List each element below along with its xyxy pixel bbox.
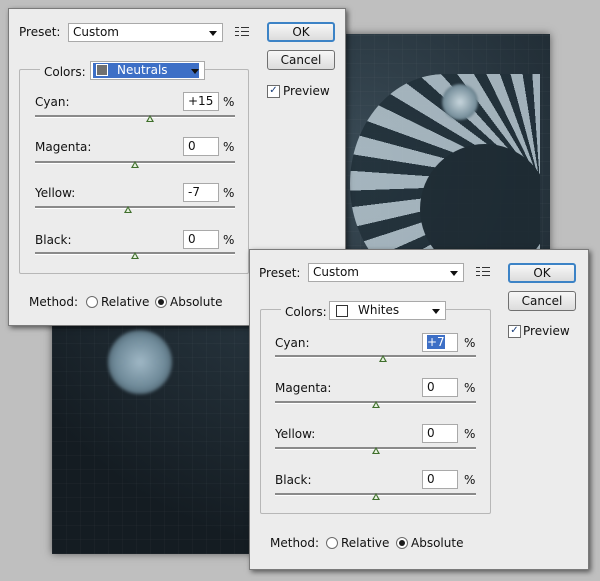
- cyan-percent: %: [464, 336, 476, 350]
- magenta-input[interactable]: 0: [422, 378, 458, 397]
- magenta-label: Magenta:: [275, 381, 332, 395]
- preset-label: Preset:: [19, 25, 61, 39]
- colors-value: Whites: [358, 303, 400, 317]
- neutrals-swatch: [96, 64, 108, 76]
- black-slider-thumb[interactable]: [131, 252, 139, 259]
- ok-button[interactable]: OK: [508, 263, 576, 283]
- preview-label: Preview: [283, 84, 330, 98]
- cancel-button[interactable]: Cancel: [508, 291, 576, 311]
- method-relative-radio[interactable]: [326, 537, 338, 549]
- preset-label: Preset:: [259, 266, 301, 280]
- colors-label: Colors:: [40, 65, 90, 79]
- yellow-slider-thumb[interactable]: [124, 206, 132, 213]
- list-menu-icon[interactable]: [476, 267, 490, 279]
- clock-image-top: [442, 84, 478, 120]
- method-absolute-radio[interactable]: [396, 537, 408, 549]
- magenta-percent: %: [223, 140, 235, 154]
- method-absolute-label: Absolute: [411, 536, 464, 550]
- cyan-slider-thumb[interactable]: [146, 115, 154, 122]
- cyan-input[interactable]: +15: [183, 92, 219, 111]
- method-label: Method:: [270, 536, 320, 550]
- method-relative-label: Relative: [101, 295, 150, 309]
- black-slider-thumb[interactable]: [372, 493, 380, 500]
- yellow-percent: %: [223, 186, 235, 200]
- colors-value: Neutrals: [117, 63, 168, 77]
- black-label: Black:: [35, 233, 72, 247]
- black-percent: %: [464, 473, 476, 487]
- black-input[interactable]: 0: [422, 470, 458, 489]
- method-absolute-radio[interactable]: [155, 296, 167, 308]
- whites-swatch: [336, 305, 348, 317]
- method-relative-label: Relative: [341, 536, 390, 550]
- preset-dropdown[interactable]: Custom: [68, 23, 223, 42]
- black-label: Black:: [275, 473, 312, 487]
- preview-checkbox[interactable]: ✓: [508, 325, 521, 338]
- cyan-slider-track[interactable]: [275, 355, 476, 358]
- magenta-slider-thumb[interactable]: [131, 161, 139, 168]
- yellow-input[interactable]: 0: [422, 424, 458, 443]
- cyan-slider-thumb[interactable]: [379, 355, 387, 362]
- magenta-input[interactable]: 0: [183, 137, 219, 156]
- preview-checkbox[interactable]: ✓: [267, 85, 280, 98]
- cyan-label: Cyan:: [35, 95, 70, 109]
- ok-button[interactable]: OK: [267, 22, 335, 42]
- yellow-slider-thumb[interactable]: [372, 447, 380, 454]
- chevron-down-icon: [450, 271, 458, 276]
- chevron-down-icon: [432, 309, 440, 314]
- method-absolute-label: Absolute: [170, 295, 223, 309]
- cyan-percent: %: [223, 95, 235, 109]
- magenta-percent: %: [464, 381, 476, 395]
- colors-label: Colors:: [281, 305, 331, 319]
- yellow-label: Yellow:: [35, 186, 76, 200]
- black-input[interactable]: 0: [183, 230, 219, 249]
- colors-dropdown[interactable]: Whites: [329, 301, 446, 320]
- chevron-down-icon: [191, 69, 199, 74]
- cyan-input[interactable]: +7: [422, 333, 458, 352]
- list-menu-icon[interactable]: [235, 27, 249, 39]
- preset-dropdown[interactable]: Custom: [308, 263, 464, 282]
- method-label: Method:: [29, 295, 79, 309]
- cyan-slider-track[interactable]: [35, 115, 235, 118]
- yellow-percent: %: [464, 427, 476, 441]
- magenta-label: Magenta:: [35, 140, 92, 154]
- cancel-button[interactable]: Cancel: [267, 50, 335, 70]
- selective-color-dialog-whites: Preset: Custom OK Cancel ✓ Preview Color…: [249, 249, 589, 570]
- colors-dropdown[interactable]: Neutrals: [90, 61, 205, 80]
- method-relative-radio[interactable]: [86, 296, 98, 308]
- magenta-slider-thumb[interactable]: [372, 401, 380, 408]
- cyan-label: Cyan:: [275, 336, 310, 350]
- yellow-slider-track[interactable]: [35, 206, 235, 209]
- preset-value: Custom: [313, 265, 359, 279]
- cyan-input-value: +7: [427, 335, 445, 349]
- black-percent: %: [223, 233, 235, 247]
- preset-value: Custom: [73, 25, 119, 39]
- yellow-label: Yellow:: [275, 427, 316, 441]
- chevron-down-icon: [209, 31, 217, 36]
- preview-label: Preview: [523, 324, 570, 338]
- clock-image-bottom: [108, 330, 172, 394]
- yellow-input[interactable]: -7: [183, 183, 219, 202]
